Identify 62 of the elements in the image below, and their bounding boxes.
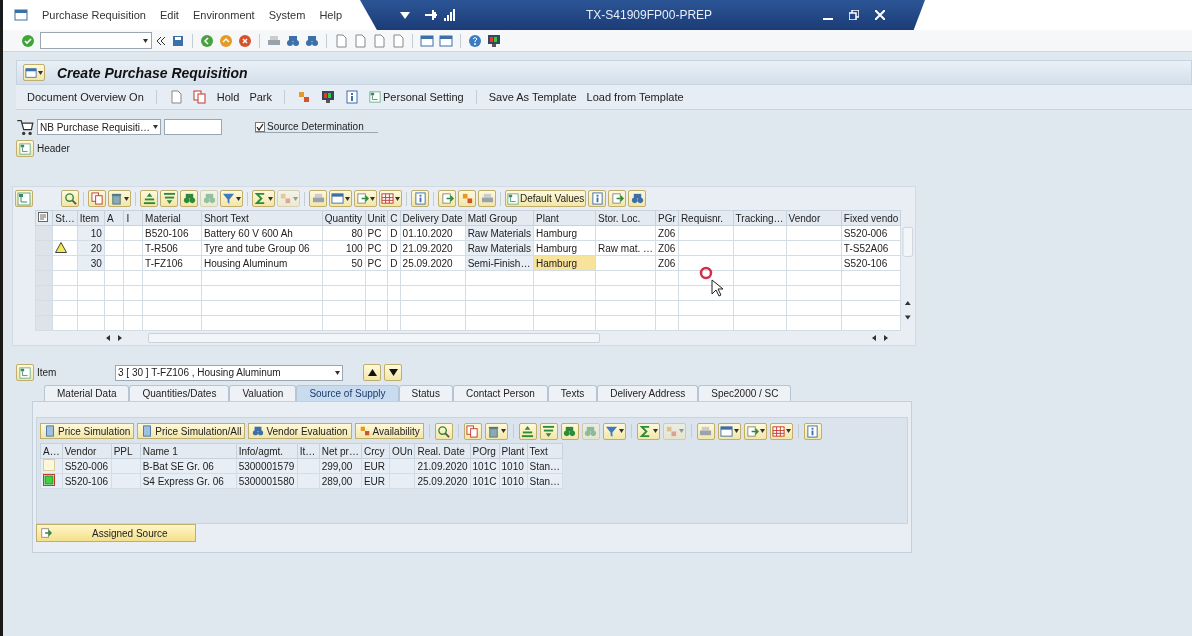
column-header[interactable]: Info/agmt. <box>236 443 298 459</box>
column-header[interactable]: Requisnr. <box>678 210 734 226</box>
tab[interactable]: Material Data <box>44 385 130 401</box>
column-header[interactable]: Quantity <box>322 210 366 226</box>
tab[interactable]: Delivery Address <box>597 385 699 401</box>
column-header[interactable]: St… <box>52 210 78 226</box>
table-cell: D <box>387 240 401 256</box>
item-label: Item <box>37 367 58 378</box>
assigned-source-button[interactable]: Assigned Source <box>36 524 196 542</box>
column-header[interactable]: It… <box>297 443 320 459</box>
column-header[interactable]: Delivery Date <box>400 210 466 226</box>
menu-item[interactable]: Environment <box>192 9 255 21</box>
column-header[interactable]: POrg <box>470 443 500 459</box>
column-header[interactable]: Plant <box>533 210 596 226</box>
column-header[interactable]: Unit <box>365 210 388 226</box>
column-header[interactable]: Material <box>142 210 202 226</box>
source-determination-checkbox[interactable]: Source Determination <box>255 121 378 133</box>
tab[interactable]: Contact Person <box>452 385 548 401</box>
tab[interactable]: Quantities/Dates <box>129 385 230 401</box>
menu-item[interactable]: System <box>268 9 306 21</box>
tab[interactable]: Spec2000 / SC <box>698 385 792 401</box>
tab[interactable]: Source of Supply <box>296 385 399 401</box>
toolbar-button[interactable]: Park <box>249 91 272 103</box>
toolbar-button[interactable]: Vendor Evaluation <box>248 423 352 439</box>
column-header[interactable]: Matl Group <box>465 210 534 226</box>
column-header[interactable]: A… <box>40 443 63 459</box>
tab[interactable]: Valuation <box>229 385 297 401</box>
tab[interactable]: Status <box>398 385 453 401</box>
column-header[interactable]: PPL <box>111 443 141 459</box>
column-header[interactable]: PGr <box>655 210 679 226</box>
column-header[interactable]: Tracking… <box>733 210 787 226</box>
screen-title: Create Purchase Requisition <box>57 64 248 81</box>
column-header[interactable]: Fixed vendo <box>841 210 901 226</box>
column-header[interactable]: Net pr… <box>319 443 362 459</box>
header-label: Header <box>37 143 70 154</box>
item-select[interactable]: 3 [ 30 ] T-FZ106 , Housing Aluminum <box>115 364 343 381</box>
toolbar-button[interactable]: Save As Template <box>488 91 577 103</box>
column-header[interactable]: Short Text <box>201 210 323 226</box>
column-header[interactable]: Real. Date <box>414 443 471 459</box>
column-header[interactable]: Vendor <box>786 210 842 226</box>
column-header[interactable]: Text <box>527 443 563 459</box>
column-header[interactable]: Stor. Loc. <box>595 210 656 226</box>
column-header[interactable]: Vendor <box>62 443 112 459</box>
column-header[interactable]: Item <box>77 210 105 226</box>
column-header[interactable]: Name 1 <box>140 443 237 459</box>
column-header[interactable]: Plant <box>499 443 528 459</box>
menu-item[interactable]: Help <box>319 9 342 21</box>
toolbar-button[interactable]: Document Overview On <box>27 91 144 103</box>
toolbar-button[interactable]: Personal Setting <box>369 91 464 103</box>
window-title: TX-S41909FP00-PREP <box>586 8 713 22</box>
toolbar-button[interactable]: Load from Template <box>586 91 684 103</box>
toolbar-button[interactable]: Availability <box>354 423 424 439</box>
column-header[interactable]: Crcy <box>361 443 390 459</box>
toolbar-button[interactable]: Price Simulation <box>40 423 135 439</box>
toolbar-button[interactable]: Hold <box>216 91 240 103</box>
menu-item[interactable]: Purchase Requisition <box>42 9 146 21</box>
document-type-select[interactable]: NB Purchase Requisiti… <box>37 119 161 135</box>
toolbar-button[interactable]: Price Simulation/All <box>137 423 246 439</box>
default-values-button[interactable]: Default Values <box>505 190 587 207</box>
column-header[interactable]: OUn <box>389 443 415 459</box>
menu-item[interactable]: Edit <box>159 9 179 21</box>
tab[interactable]: Texts <box>547 385 598 401</box>
